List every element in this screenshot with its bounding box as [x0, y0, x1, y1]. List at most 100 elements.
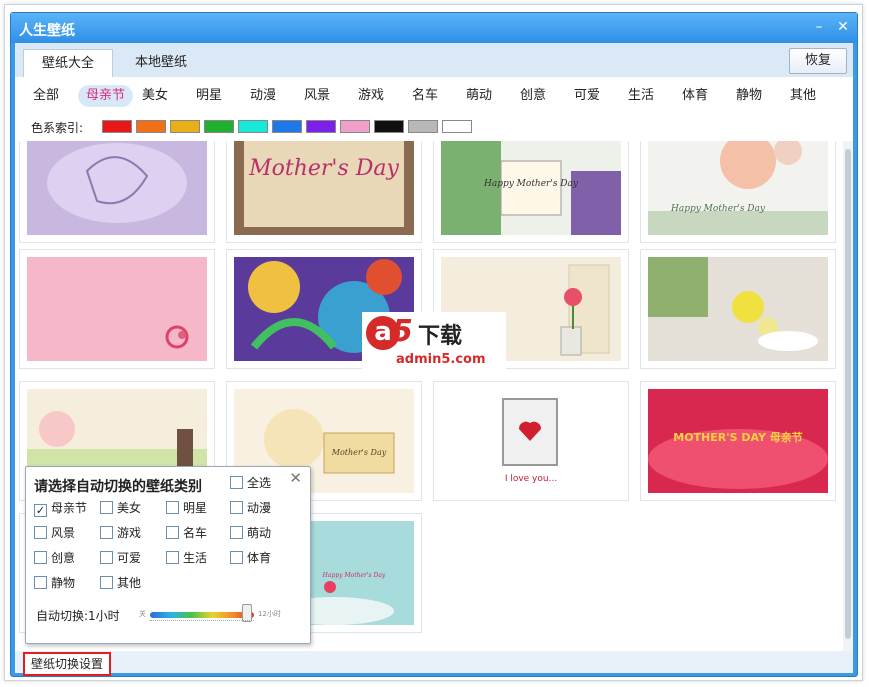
checkbox-icon[interactable]	[100, 576, 113, 589]
wallpaper-switch-settings-button[interactable]: 壁纸切换设置	[23, 652, 112, 676]
category-checkbox[interactable]: 名车	[166, 525, 207, 541]
scrollbar-thumb[interactable]	[845, 149, 851, 639]
category-checkbox[interactable]: 创意	[34, 550, 75, 566]
checkbox-icon[interactable]	[166, 501, 179, 514]
auto-switch-popup: 请选择自动切换的壁纸类别 ✕ 全选 ✓ 母亲节 美女 明星 动漫风景 游戏 名车 萌动创意 可爱 生…	[25, 466, 311, 644]
checkbox-label: 游戏	[117, 526, 142, 540]
wallpaper-thumb[interactable]	[19, 249, 215, 369]
wallpaper-image	[27, 141, 207, 235]
category-life[interactable]: 生活	[628, 85, 654, 107]
checkbox-icon[interactable]	[230, 551, 243, 564]
color-swatch[interactable]	[136, 120, 166, 133]
tab-local-wallpaper[interactable]: 本地壁纸	[117, 49, 205, 77]
color-swatch[interactable]	[442, 120, 472, 133]
checkbox-label: 全选	[247, 476, 272, 490]
close-button[interactable]: ✕	[833, 17, 853, 37]
minimize-button[interactable]: –	[809, 17, 829, 37]
category-checkbox[interactable]: 明星	[166, 500, 207, 516]
category-checkbox[interactable]: ✓ 母亲节	[34, 500, 88, 517]
category-checkbox[interactable]: 可爱	[100, 550, 141, 566]
category-creative[interactable]: 创意	[520, 85, 546, 107]
category-star[interactable]: 明星	[196, 85, 222, 107]
wallpaper-thumb[interactable]: Happy Mother's Day	[640, 141, 836, 243]
checkbox-label: 生活	[183, 551, 208, 565]
checkbox-icon[interactable]	[166, 551, 179, 564]
checkbox-icon[interactable]	[34, 551, 47, 564]
watermark-text: 下载	[418, 324, 463, 349]
popup-close-icon[interactable]: ✕	[289, 469, 302, 487]
wallpaper-image: Happy Mother's Day	[441, 141, 621, 235]
category-checkbox[interactable]: 动漫	[230, 500, 271, 516]
category-game[interactable]: 游戏	[358, 85, 384, 107]
checkbox-icon[interactable]	[230, 476, 243, 489]
wallpaper-image: Mother's Day	[234, 141, 414, 235]
category-checkbox[interactable]: 美女	[100, 500, 141, 516]
wallpaper-thumb[interactable]	[19, 141, 215, 243]
wallpaper-thumb[interactable]: I love you...	[433, 381, 629, 501]
checkbox-label: 母亲节	[51, 501, 88, 515]
checkbox-icon[interactable]	[34, 526, 47, 539]
watermark-5: 5	[392, 314, 413, 349]
category-checkbox[interactable]: 游戏	[100, 525, 141, 541]
checkbox-label: 风景	[51, 526, 76, 540]
checkbox-icon[interactable]	[166, 526, 179, 539]
checkbox-icon[interactable]	[100, 551, 113, 564]
checkbox-label: 动漫	[247, 501, 272, 515]
category-scenery[interactable]: 风景	[304, 85, 330, 107]
checkbox-icon[interactable]	[100, 501, 113, 514]
color-swatch[interactable]	[170, 120, 200, 133]
color-swatch[interactable]	[408, 120, 438, 133]
thumb-caption: I love you...	[505, 474, 557, 484]
wallpaper-thumb[interactable]	[640, 249, 836, 369]
color-swatch[interactable]	[238, 120, 268, 133]
thumb-caption: Happy Mother's Day	[483, 179, 579, 189]
wallpaper-thumb[interactable]: MOTHER'S DAY 母亲节	[640, 381, 836, 501]
color-swatch[interactable]	[340, 120, 370, 133]
wallpaper-image: MOTHER'S DAY 母亲节	[648, 389, 828, 493]
category-all[interactable]: 全部	[33, 85, 59, 107]
category-checkbox[interactable]: 其他	[100, 575, 141, 591]
wallpaper-image: I love you...	[441, 389, 621, 493]
category-checkbox[interactable]: 静物	[34, 575, 75, 591]
category-other[interactable]: 其他	[790, 85, 816, 107]
category-checkbox[interactable]: 萌动	[230, 525, 271, 541]
checkbox-icon[interactable]	[100, 526, 113, 539]
category-mothers-day[interactable]: 母亲节	[78, 85, 134, 107]
category-beauty[interactable]: 美女	[142, 85, 168, 107]
category-anime[interactable]: 动漫	[250, 85, 276, 107]
checkbox-label: 其他	[117, 576, 142, 590]
wallpaper-thumb[interactable]: Mother's Day	[226, 141, 422, 243]
category-car[interactable]: 名车	[412, 85, 438, 107]
category-lovely[interactable]: 可爱	[574, 85, 600, 107]
category-checkbox[interactable]: 全选	[230, 475, 271, 491]
wallpaper-thumb[interactable]: Happy Mother's Day	[433, 141, 629, 243]
color-swatch[interactable]	[102, 120, 132, 133]
auto-switch-slider[interactable]	[150, 612, 254, 618]
category-bar: 全部 母亲节 美女 明星 动漫 风景 游戏 名车 萌动 创意 可爱 生活 体育 …	[15, 77, 853, 111]
tab-wallpaper-all[interactable]: 壁纸大全	[23, 49, 114, 78]
category-sports[interactable]: 体育	[682, 85, 708, 107]
wallpaper-image	[648, 257, 828, 361]
popup-title: 请选择自动切换的壁纸类别	[34, 479, 202, 495]
checkbox-label: 美女	[117, 501, 142, 515]
title-bar[interactable]: 人生壁纸 – ✕	[11, 13, 857, 43]
thumb-caption: Happy Mother's Day	[322, 572, 386, 579]
color-swatch[interactable]	[374, 120, 404, 133]
tab-bar: 壁纸大全 本地壁纸 恢复	[15, 43, 853, 78]
category-cute-pet[interactable]: 萌动	[466, 85, 492, 107]
window-title: 人生壁纸	[19, 23, 75, 39]
category-checkbox[interactable]: 体育	[230, 550, 271, 566]
checkbox-checked-icon[interactable]: ✓	[34, 504, 47, 517]
thumb-caption: Happy Mother's Day	[670, 204, 766, 214]
color-swatch[interactable]	[306, 120, 336, 133]
gallery-scrollbar[interactable]	[843, 141, 853, 651]
category-still-life[interactable]: 静物	[736, 85, 762, 107]
checkbox-icon[interactable]	[230, 501, 243, 514]
color-swatch[interactable]	[204, 120, 234, 133]
category-checkbox[interactable]: 风景	[34, 525, 75, 541]
restore-button[interactable]: 恢复	[789, 48, 847, 74]
category-checkbox[interactable]: 生活	[166, 550, 207, 566]
checkbox-icon[interactable]	[230, 526, 243, 539]
checkbox-icon[interactable]	[34, 576, 47, 589]
color-swatch[interactable]	[272, 120, 302, 133]
